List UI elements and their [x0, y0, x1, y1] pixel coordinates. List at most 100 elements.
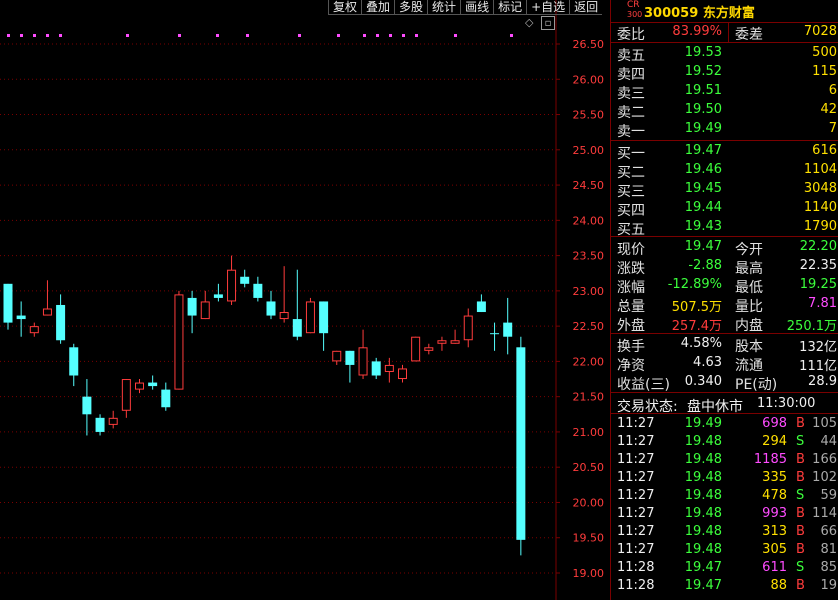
quote-label-2: 今开 [735, 242, 763, 258]
ask-price: 19.53 [684, 45, 722, 60]
candlestick-chart[interactable]: 26.50 26.00 25.50 25.00 24.50 24.00 23.50 23.00… [0, 0, 610, 600]
tick-row: 11:27 19.48 294 S 44 [611, 433, 838, 451]
quote-value-2: 22.20 [799, 239, 837, 254]
candle-body [332, 350, 342, 362]
stats-row: 换手 4.58% 股本 132亿 [611, 335, 838, 355]
candle-body [516, 347, 526, 540]
event-marker [363, 34, 366, 37]
stats-value-2: 28.9 [808, 374, 837, 389]
bid-row: 买五 19.43 1790 [611, 218, 838, 238]
candle-body [3, 283, 13, 323]
toolbar-button-3[interactable]: 统计 [427, 0, 461, 15]
toolbar-button-4[interactable]: 画线 [460, 0, 494, 15]
quote-value: -2.88 [688, 258, 722, 273]
toolbar-button-0[interactable]: 复权 [328, 0, 362, 15]
tick-count: 85 [820, 560, 837, 575]
quote-row: 涨跌 -2.88 最高 22.35 [611, 257, 838, 277]
event-marker [298, 34, 301, 37]
wc-value: 7028 [803, 24, 837, 39]
tick-price: 19.48 [684, 542, 722, 557]
candle-body [135, 382, 144, 390]
tick-count: 102 [812, 470, 837, 485]
candle-body [319, 301, 329, 334]
tick-price: 19.48 [684, 434, 722, 449]
stats-row: 净资 4.63 流通 111亿 [611, 354, 838, 374]
quote-label: 总量 [617, 299, 645, 315]
candle-body [16, 315, 26, 320]
event-marker [510, 34, 513, 37]
bid-row: 买二 19.46 1104 [611, 161, 838, 181]
candle-body [437, 340, 447, 344]
bid-row: 买三 19.45 3048 [611, 180, 838, 200]
candle-body [450, 340, 460, 344]
toolbar-button-6[interactable]: +自选 [526, 0, 570, 15]
tick-row: 11:27 19.48 305 B 81 [611, 541, 838, 559]
tick-time: 11:27 [617, 506, 655, 521]
stock-title[interactable]: 300059 东方财富 [644, 2, 755, 21]
wb-value: 83.99% [672, 24, 722, 39]
tick-side: B [796, 452, 805, 467]
tick-volume: 611 [762, 560, 787, 575]
ask-price: 19.52 [684, 64, 722, 79]
settings-icon[interactable]: ▫ [541, 16, 555, 30]
bid-volume: 616 [812, 143, 837, 158]
bid-price: 19.46 [684, 162, 722, 177]
event-marker [216, 34, 219, 37]
toolbar-button-7[interactable]: 返回 [569, 0, 603, 15]
bid-price: 19.47 [684, 143, 722, 158]
y-tick-label: 20.00 [573, 496, 605, 509]
ask-label: 卖三 [617, 86, 645, 102]
candle-body [174, 294, 184, 390]
ask-volume: 7 [828, 121, 837, 136]
bid-volume: 1140 [803, 200, 837, 215]
tick-row: 11:27 19.48 313 B 66 [611, 523, 838, 541]
candle-body [95, 417, 105, 432]
tick-time: 11:27 [617, 470, 655, 485]
trade-status-row: 交易状态: 盘中休市 11:30:00 [611, 395, 838, 415]
ask-volume: 42 [820, 102, 837, 117]
ask-label: 卖二 [617, 105, 645, 121]
tick-side: B [796, 578, 805, 593]
tick-count: 66 [820, 524, 837, 539]
toolbar-button-5[interactable]: 标记 [493, 0, 527, 15]
event-marker [246, 34, 249, 37]
y-tick-label: 23.50 [573, 250, 605, 263]
tick-price: 19.47 [684, 578, 722, 593]
tick-row: 11:27 19.48 478 S 59 [611, 487, 838, 505]
bid-label: 买二 [617, 165, 645, 181]
quote-row: 涨幅 -12.89% 最低 19.25 [611, 276, 838, 296]
ask-label: 卖四 [617, 67, 645, 83]
tick-row: 11:27 19.49 698 B 105 [611, 415, 838, 433]
quote-panel: CR 300 300059 东方财富 委比 83.99% 委差 7028 卖五 1… [610, 0, 838, 600]
quote-row: 总量 507.5万 量比 7.81 [611, 295, 838, 315]
bid-price: 19.45 [684, 181, 722, 196]
quote-label: 涨跌 [617, 261, 645, 277]
y-tick-label: 21.50 [573, 391, 605, 404]
tick-row: 11:28 19.47 611 S 85 [611, 559, 838, 577]
stats-label-2: PE(动) [735, 377, 778, 393]
tick-count: 166 [812, 452, 837, 467]
ask-price: 19.51 [684, 83, 722, 98]
quote-label: 涨幅 [617, 280, 645, 296]
candle-body [108, 417, 118, 425]
tick-side: B [796, 506, 805, 521]
tick-price: 19.47 [684, 560, 722, 575]
candle-body [187, 297, 197, 316]
candle-body [227, 269, 237, 302]
tick-count: 44 [820, 434, 837, 449]
candle-body [29, 326, 39, 334]
tick-volume: 993 [762, 506, 787, 521]
toolbar-button-2[interactable]: 多股 [394, 0, 428, 15]
event-marker [7, 34, 10, 37]
diamond-icon[interactable]: ◇ [525, 16, 533, 29]
toolbar-button-1[interactable]: 叠加 [361, 0, 395, 15]
tick-side: S [796, 488, 805, 503]
stats-label-2: 流通 [735, 358, 763, 374]
quote-label-2: 最低 [735, 280, 763, 296]
candle-body [371, 361, 381, 376]
candle-body [358, 347, 368, 376]
ask-row: 卖一 19.49 7 [611, 120, 838, 140]
stats-label: 换手 [617, 339, 645, 355]
y-tick-label: 24.00 [573, 214, 605, 227]
stats-row: 收益(三) 0.340 PE(动) 28.9 [611, 373, 838, 393]
